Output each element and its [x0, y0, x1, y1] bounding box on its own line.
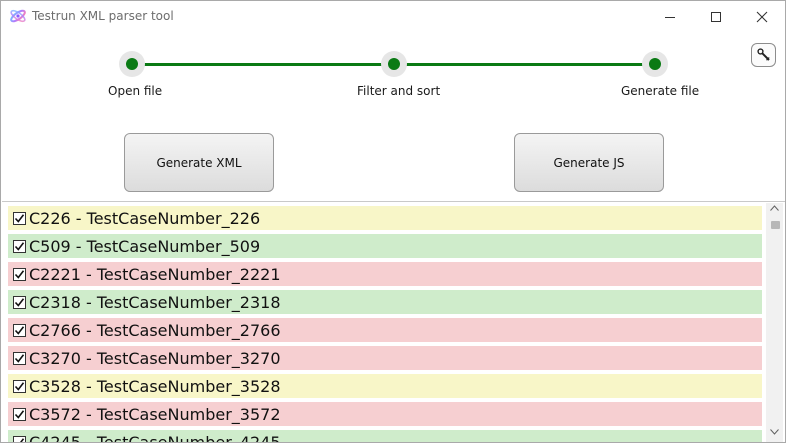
app-window: Testrun XML parser tool Open file Filter…: [0, 0, 786, 443]
scroll-up-icon[interactable]: [770, 205, 779, 211]
checkmark-icon: [14, 213, 25, 223]
checkmark-icon: [14, 297, 25, 307]
scroll-down-icon[interactable]: [770, 429, 779, 435]
checkmark-icon: [14, 241, 25, 251]
test-case-row[interactable]: C226 - TestCaseNumber_226: [8, 206, 762, 230]
test-case-label: C2766 - TestCaseNumber_2766: [29, 320, 281, 340]
test-case-row[interactable]: C2766 - TestCaseNumber_2766: [8, 318, 762, 342]
close-icon: [756, 11, 768, 22]
maximize-icon: [711, 11, 721, 22]
test-case-checkbox[interactable]: [13, 267, 26, 281]
test-case-checkbox[interactable]: [13, 351, 26, 365]
checkmark-icon: [15, 437, 25, 442]
test-case-list[interactable]: C226 - TestCaseNumber_226 C509 - TestCase…: [8, 206, 764, 442]
test-case-label: C2318 - TestCaseNumber_2318: [29, 292, 281, 312]
step-filter-sort-label: Filter and sort: [357, 84, 441, 98]
checkmark-icon: [14, 353, 25, 363]
test-case-checkbox[interactable]: [13, 323, 26, 337]
generate-xml-button[interactable]: Generate XML: [124, 133, 274, 192]
close-button[interactable]: [739, 1, 785, 32]
test-case-checkbox[interactable]: [13, 239, 26, 253]
test-case-checkbox[interactable]: [13, 407, 26, 421]
settings-button[interactable]: [751, 43, 776, 67]
test-case-list-panel: C226 - TestCaseNumber_226 C509 - TestCase…: [2, 201, 785, 442]
title-bar[interactable]: Testrun XML parser tool: [1, 1, 785, 32]
step-dot: [126, 58, 138, 70]
maximize-button[interactable]: [693, 1, 739, 32]
test-case-row[interactable]: C2318 - TestCaseNumber_2318: [8, 290, 762, 314]
test-case-checkbox[interactable]: [13, 295, 26, 309]
checkmark-icon: [14, 269, 25, 279]
test-case-label: C3270 - TestCaseNumber_3270: [29, 348, 281, 368]
test-case-label: C3572 - TestCaseNumber_3572: [29, 404, 281, 424]
minimize-button[interactable]: [647, 1, 693, 32]
wrench-icon: [756, 48, 770, 61]
step-generate-file-indicator[interactable]: [642, 51, 668, 77]
window-title: Testrun XML parser tool: [32, 9, 174, 23]
test-case-label: C4245 - TestCaseNumber_4245: [29, 432, 281, 443]
scroll-thumb[interactable]: [771, 221, 780, 229]
test-case-row[interactable]: C3270 - TestCaseNumber_3270: [8, 346, 762, 370]
checkmark-icon: [14, 409, 25, 419]
test-case-label: C3528 - TestCaseNumber_3528: [29, 376, 281, 396]
test-case-checkbox[interactable]: [13, 379, 26, 393]
step-open-file-indicator[interactable]: [119, 51, 145, 77]
minimize-icon: [665, 16, 675, 18]
test-case-checkbox[interactable]: [13, 211, 26, 225]
test-case-row[interactable]: C2221 - TestCaseNumber_2221: [8, 262, 762, 286]
step-dot: [388, 58, 400, 70]
test-case-checkbox[interactable]: [13, 435, 26, 442]
app-logo-icon: [9, 7, 27, 25]
test-case-label: C2221 - TestCaseNumber_2221: [29, 264, 281, 284]
step-open-file-label: Open file: [108, 84, 163, 98]
step-generate-file-label: Generate file: [621, 84, 700, 98]
step-filter-sort-indicator[interactable]: [381, 51, 407, 77]
test-case-row[interactable]: C3528 - TestCaseNumber_3528: [8, 374, 762, 398]
test-case-row[interactable]: C3572 - TestCaseNumber_3572: [8, 402, 762, 426]
generate-js-button[interactable]: Generate JS: [514, 133, 664, 192]
checkmark-icon: [14, 381, 25, 391]
test-case-row[interactable]: C509 - TestCaseNumber_509: [8, 234, 762, 258]
vertical-scrollbar[interactable]: [766, 203, 783, 442]
step-dot: [649, 58, 661, 70]
checkmark-icon: [14, 325, 25, 335]
test-case-row[interactable]: C4245 - TestCaseNumber_4245: [8, 430, 762, 442]
test-case-label: C226 - TestCaseNumber_226: [29, 208, 261, 228]
test-case-label: C509 - TestCaseNumber_509: [29, 236, 261, 256]
